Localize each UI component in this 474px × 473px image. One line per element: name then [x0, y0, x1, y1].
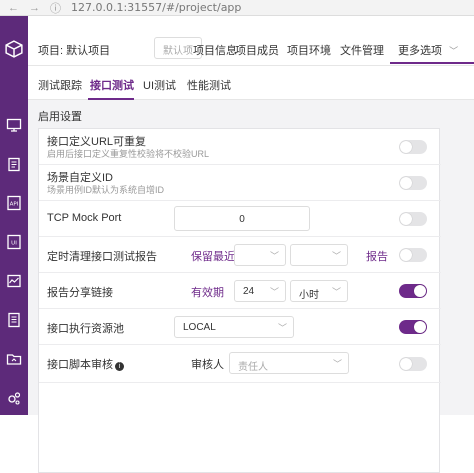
- nav-file-management[interactable]: 文件管理: [340, 42, 384, 58]
- browser-address-bar: ← → ⓘ 127.0.0.1:31557/#/project/app: [0, 0, 474, 16]
- svg-text:UI: UI: [11, 241, 17, 247]
- chevron-down-icon: ﹀: [269, 251, 279, 261]
- tab-ui-test[interactable]: UI测试: [143, 77, 176, 93]
- project-label: 项目: 默认项目: [38, 45, 111, 57]
- keep-recent-label: 保留最近: [191, 251, 235, 263]
- resource-pool-value: LOCAL: [183, 322, 216, 333]
- more-options-label: 更多选项: [398, 45, 442, 57]
- section-title: 启用设置: [38, 111, 82, 123]
- tcp-mock-toggle[interactable]: [399, 212, 427, 226]
- share-link-unit-select[interactable]: 小时 ﹀: [290, 280, 348, 302]
- settings-icon[interactable]: [5, 389, 23, 407]
- tab-test-track[interactable]: 测试跟踪: [38, 77, 82, 93]
- setting-row-script-review: 接口脚本审核 i 审核人 责任人 ﹀: [39, 345, 441, 383]
- more-options-menu[interactable]: 更多选项 ﹀: [390, 34, 474, 64]
- settings-content: 启用设置 接口定义URL可重复 启用后接口定义重复性校验将不校验URL 场景自定…: [28, 100, 474, 473]
- lock-icon: ⓘ: [50, 2, 61, 15]
- resource-pool-toggle[interactable]: [399, 320, 427, 334]
- chevron-down-icon: ﹀: [277, 323, 287, 333]
- tab-api-test[interactable]: 接口测试: [90, 77, 134, 93]
- share-link-toggle[interactable]: [399, 284, 427, 298]
- setting-row-tcp-mock-port: TCP Mock Port 0: [39, 201, 441, 237]
- valid-period-label: 有效期: [191, 287, 224, 299]
- share-link-unit-value: 小时: [299, 290, 319, 301]
- setting-title-wrap: 接口脚本审核 i: [47, 356, 124, 372]
- clean-report-unit-select[interactable]: ﹀: [290, 244, 348, 266]
- monitor-icon[interactable]: [5, 116, 23, 134]
- setting-row-custom-id: 场景自定义ID 场景用例ID默认为系统自增ID: [39, 165, 441, 201]
- nav-project-environment[interactable]: 项目环境: [287, 42, 331, 58]
- chevron-down-icon: ﹀: [331, 251, 341, 261]
- performance-icon[interactable]: [5, 272, 23, 290]
- share-link-number-select[interactable]: 24 ﹀: [234, 280, 286, 302]
- setting-title: 报告分享链接: [47, 287, 113, 299]
- logo-cube-icon[interactable]: [4, 40, 24, 58]
- setting-row-clean-report: 定时清理接口测试报告 保留最近 ﹀ ﹀ 报告: [39, 237, 441, 273]
- chevron-down-icon: ﹀: [332, 359, 342, 369]
- setting-row-resource-pool: 接口执行资源池 LOCAL ﹀: [39, 309, 441, 345]
- setting-row-url-repeatable: 接口定义URL可重复 启用后接口定义重复性校验将不校验URL: [39, 129, 441, 165]
- setting-description: 启用后接口定义重复性校验将不校验URL: [47, 149, 210, 159]
- back-icon[interactable]: ←: [8, 2, 19, 14]
- settings-card: 接口定义URL可重复 启用后接口定义重复性校验将不校验URL 场景自定义ID 场…: [38, 128, 441, 473]
- script-review-toggle[interactable]: [399, 357, 427, 371]
- report-icon[interactable]: [5, 311, 23, 329]
- setting-title: TCP Mock Port: [47, 212, 122, 224]
- chevron-down-icon: ﹀: [269, 287, 279, 297]
- chevron-down-icon: ﹀: [331, 287, 341, 297]
- reviewer-select[interactable]: 责任人 ﹀: [229, 352, 349, 374]
- settings-subtabs: 测试跟踪 接口测试 UI测试 性能测试: [28, 66, 474, 100]
- tcp-port-input[interactable]: 0: [174, 206, 310, 231]
- report-label: 报告: [366, 251, 388, 263]
- url-repeatable-toggle[interactable]: [399, 140, 427, 154]
- chevron-down-icon: ﹀: [449, 46, 459, 56]
- resource-pool-select[interactable]: LOCAL ﹀: [174, 316, 294, 338]
- clean-report-number-select[interactable]: ﹀: [234, 244, 286, 266]
- tab-performance-test[interactable]: 性能测试: [187, 77, 231, 93]
- ui-icon[interactable]: UI: [5, 233, 23, 251]
- reviewer-label: 审核人: [191, 359, 224, 371]
- clipboard-icon[interactable]: [5, 155, 23, 173]
- info-icon[interactable]: i: [115, 362, 124, 371]
- setting-title: 定时清理接口测试报告: [47, 251, 157, 263]
- clean-report-toggle[interactable]: [399, 248, 427, 262]
- sidebar: API UI: [0, 16, 28, 415]
- url-text[interactable]: 127.0.0.1:31557/#/project/app: [71, 1, 241, 14]
- custom-id-toggle[interactable]: [399, 176, 427, 190]
- top-navigation: 项目: 默认项目 默认项 项目信息 项目成员 项目环境 文件管理 更多选项 ﹀: [28, 16, 474, 66]
- share-link-number-value: 24: [243, 286, 255, 297]
- svg-text:API: API: [10, 202, 19, 208]
- nav-project-info[interactable]: 项目信息: [193, 42, 237, 58]
- setting-description: 场景用例ID默认为系统自增ID: [47, 185, 165, 195]
- reviewer-placeholder: 责任人: [238, 362, 268, 373]
- setting-title: 接口执行资源池: [47, 323, 124, 335]
- nav-project-members[interactable]: 项目成员: [235, 42, 279, 58]
- api-icon[interactable]: API: [5, 194, 23, 212]
- project-icon[interactable]: [5, 350, 23, 368]
- setting-title: 接口脚本审核: [47, 359, 113, 371]
- setting-row-share-link: 报告分享链接 有效期 24 ﹀ 小时 ﹀: [39, 273, 441, 309]
- forward-icon[interactable]: →: [29, 2, 40, 14]
